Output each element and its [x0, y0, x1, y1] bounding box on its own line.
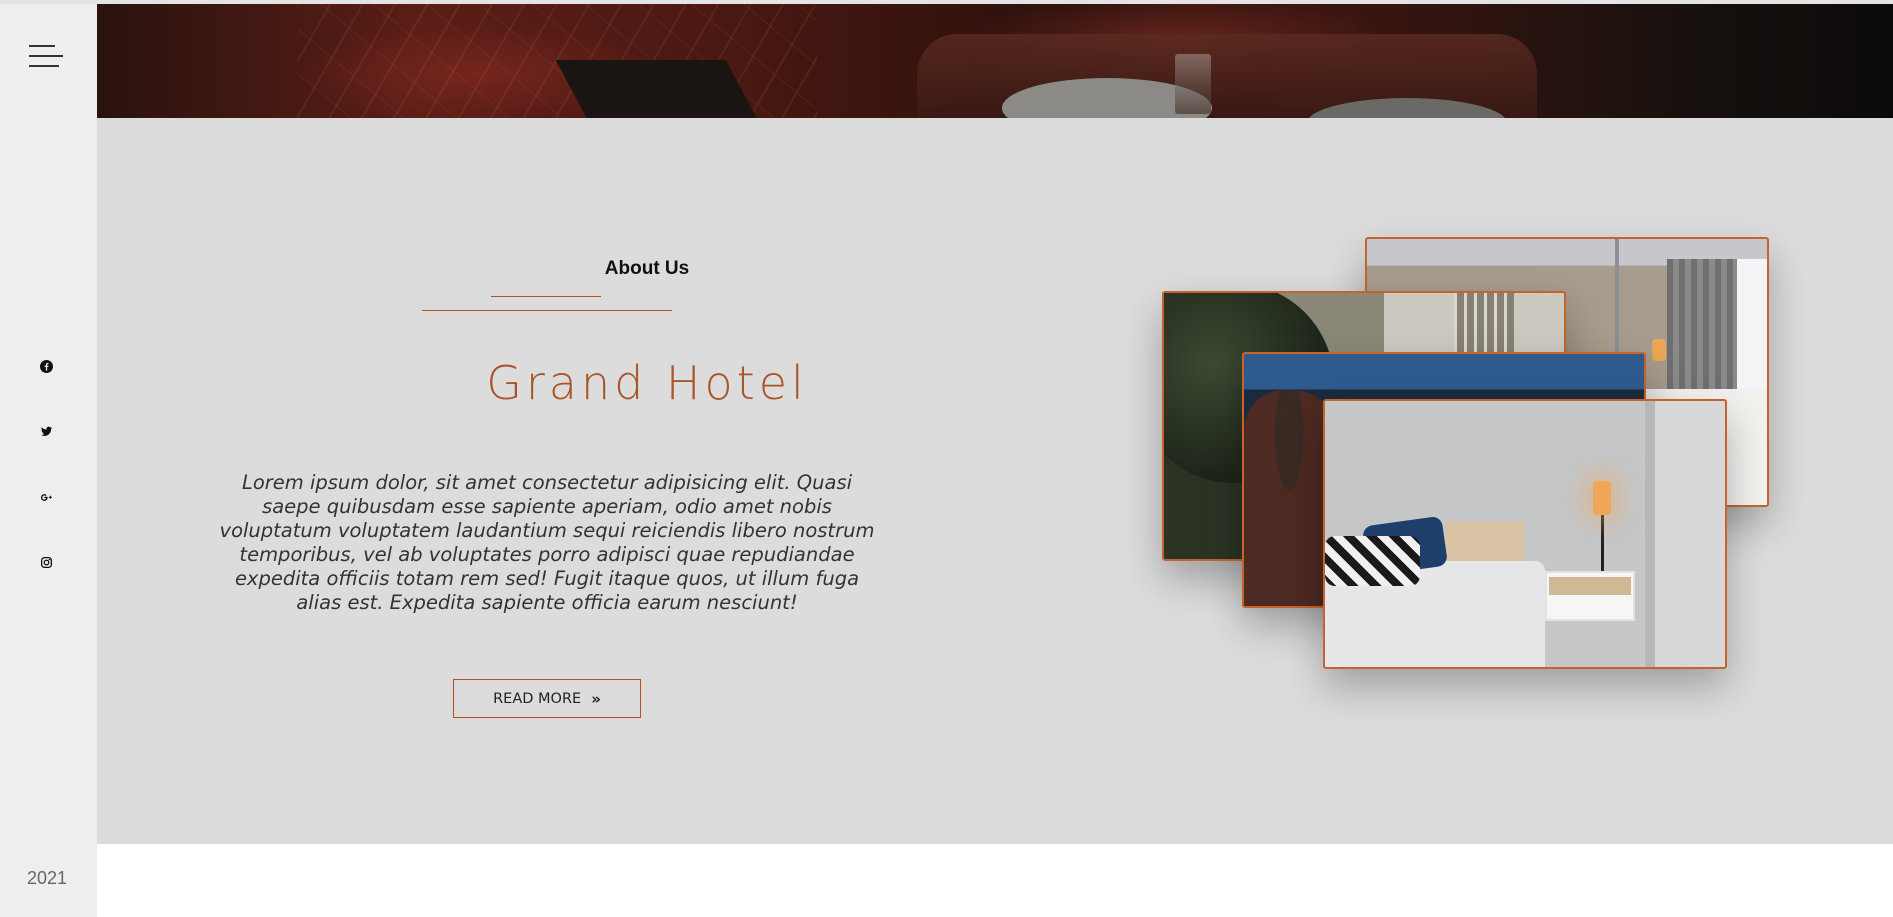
google-plus-icon[interactable] [34, 485, 58, 509]
sidebar: 2021 [0, 4, 97, 917]
hero-glass [1175, 54, 1211, 114]
about-description: Lorem ipsum dolor, sit amet consectetur … [219, 471, 875, 614]
pillow [1325, 536, 1420, 586]
hamburger-menu-icon[interactable] [29, 42, 65, 72]
wall [1655, 401, 1725, 667]
section-label: About Us [604, 258, 690, 279]
menu-line [29, 65, 59, 67]
instagram-icon[interactable] [34, 550, 58, 574]
guest-silhouette [1244, 390, 1334, 606]
menu-line [29, 55, 63, 57]
drawer [1549, 577, 1631, 595]
label-underline [491, 296, 601, 297]
read-more-button[interactable]: READ MORE » [453, 679, 641, 718]
label-divider [422, 310, 672, 311]
hero-image [97, 4, 1893, 118]
about-section: About Us Grand Hotel Lorem ipsum dolor, … [97, 118, 1893, 844]
facebook-icon[interactable] [34, 354, 58, 378]
next-section [97, 844, 1893, 917]
hotel-bedroom-photo [1323, 399, 1727, 669]
lamp-shade [1593, 481, 1611, 515]
lamp [1652, 339, 1666, 361]
page-title: Grand Hotel [486, 356, 808, 410]
read-more-label: READ MORE [493, 690, 582, 707]
copyright-year: 2021 [26, 868, 68, 888]
twitter-icon[interactable] [34, 419, 58, 443]
lamp-stand [1601, 513, 1604, 571]
double-chevron-right-icon: » [591, 689, 601, 708]
menu-line [29, 45, 55, 47]
